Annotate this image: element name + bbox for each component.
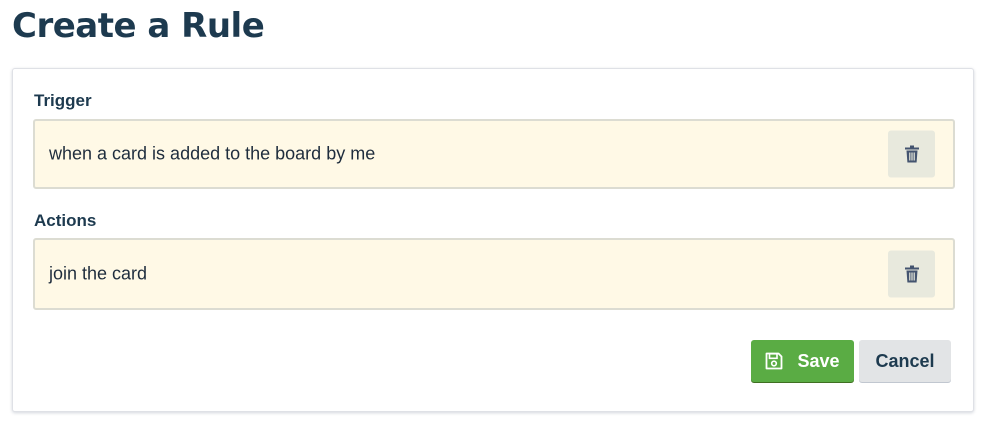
trash-icon (904, 265, 919, 283)
cancel-button-label: Cancel (875, 350, 935, 371)
delete-action-button[interactable] (888, 250, 935, 298)
rule-editor-card: Trigger when a card is added to the boar… (12, 68, 974, 412)
save-button[interactable]: Save (751, 340, 854, 382)
floppy-disk-icon (766, 352, 783, 370)
actions-heading: Actions (34, 211, 97, 230)
page-title: Create a Rule (12, 6, 265, 46)
cancel-button[interactable]: Cancel (859, 340, 951, 382)
trigger-text: when a card is added to the board by me (49, 143, 376, 164)
trigger-heading: Trigger (34, 91, 92, 110)
trigger-item: when a card is added to the board by me (33, 119, 955, 189)
action-item: join the card (33, 238, 955, 310)
trash-icon (904, 145, 919, 163)
save-button-label: Save (797, 350, 840, 371)
delete-trigger-button[interactable] (888, 130, 935, 178)
action-text: join the card (49, 263, 148, 284)
